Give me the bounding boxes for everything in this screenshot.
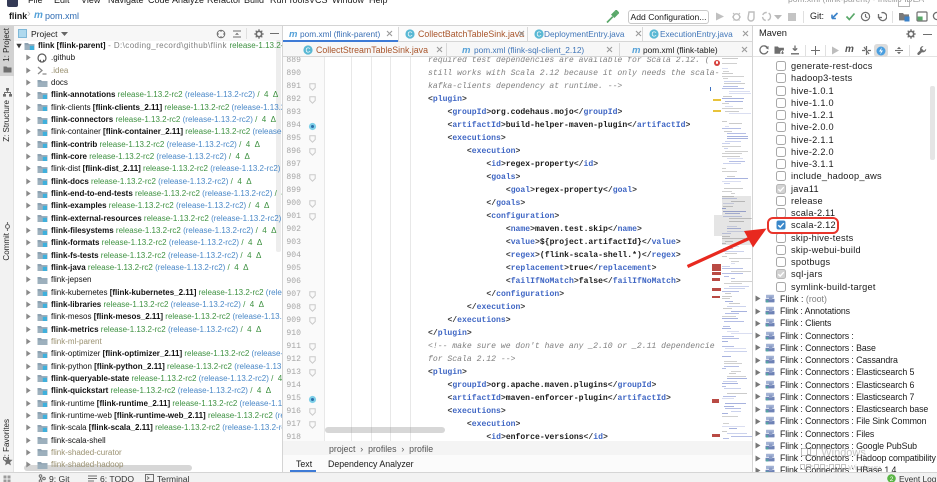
svg-text:C: C: [305, 47, 310, 54]
svg-text:C: C: [407, 31, 412, 38]
svg-text:C: C: [536, 31, 541, 38]
svg-text:2: 2: [890, 476, 894, 482]
svg-text:C: C: [651, 31, 656, 38]
